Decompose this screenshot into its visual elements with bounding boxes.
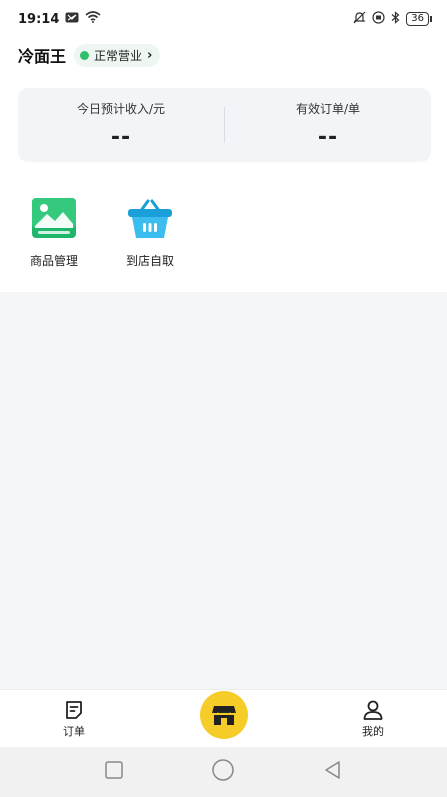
income-stat[interactable]: 今日预计收入/元 --: [18, 100, 224, 150]
tab-orders[interactable]: 订单: [46, 699, 102, 739]
tab-mine-label: 我的: [362, 724, 384, 738]
orders-label: 有效订单/单: [295, 102, 361, 116]
back-icon[interactable]: [323, 760, 343, 784]
bottom-tab-bar: 订单 我的: [0, 689, 447, 747]
store-icon: [211, 705, 236, 725]
wifi-icon: [85, 11, 101, 27]
status-dot: [80, 50, 90, 60]
status-left: 19:14: [18, 11, 101, 27]
system-nav-bar: [0, 747, 447, 797]
tab-mine[interactable]: 我的: [345, 699, 401, 739]
orders-stat[interactable]: 有效订单/单 --: [225, 100, 431, 150]
battery-indicator: 36: [406, 12, 432, 26]
user-icon: [363, 700, 383, 720]
status-time: 19:14: [18, 11, 60, 27]
content-area: [0, 292, 447, 689]
chevron-right-icon: ›: [147, 47, 153, 63]
product-management-button[interactable]: 商品管理: [18, 194, 90, 269]
business-status-button[interactable]: 正常营业 ›: [74, 43, 161, 67]
product-management-label: 商品管理: [29, 254, 78, 268]
business-status-label: 正常营业: [94, 48, 143, 63]
recent-apps-icon[interactable]: [104, 760, 124, 784]
orders-value: --: [317, 125, 339, 150]
product-image-icon: [30, 194, 78, 242]
shopping-basket-icon: [126, 194, 174, 242]
nfc-icon: [372, 11, 385, 27]
quick-actions: 商品管理 到店自取: [18, 194, 186, 269]
status-right: 36: [353, 11, 432, 27]
income-value: --: [110, 125, 132, 150]
tab-store-button[interactable]: [199, 690, 248, 739]
bluetooth-icon: [391, 11, 400, 27]
message-icon: [65, 12, 79, 27]
order-list-icon: [66, 700, 82, 719]
status-bar: 19:14 36: [0, 0, 447, 38]
shop-header: 冷面王 正常营业 ›: [18, 42, 161, 68]
stats-card: 今日预计收入/元 -- 有效订单/单 --: [18, 88, 431, 162]
mute-icon: [353, 11, 366, 27]
income-label: 今日预计收入/元: [76, 102, 166, 116]
self-pickup-label: 到店自取: [125, 254, 174, 268]
shop-name: 冷面王: [18, 47, 67, 66]
home-icon[interactable]: [211, 758, 235, 786]
self-pickup-button[interactable]: 到店自取: [114, 194, 186, 269]
tab-orders-label: 订单: [63, 724, 85, 738]
